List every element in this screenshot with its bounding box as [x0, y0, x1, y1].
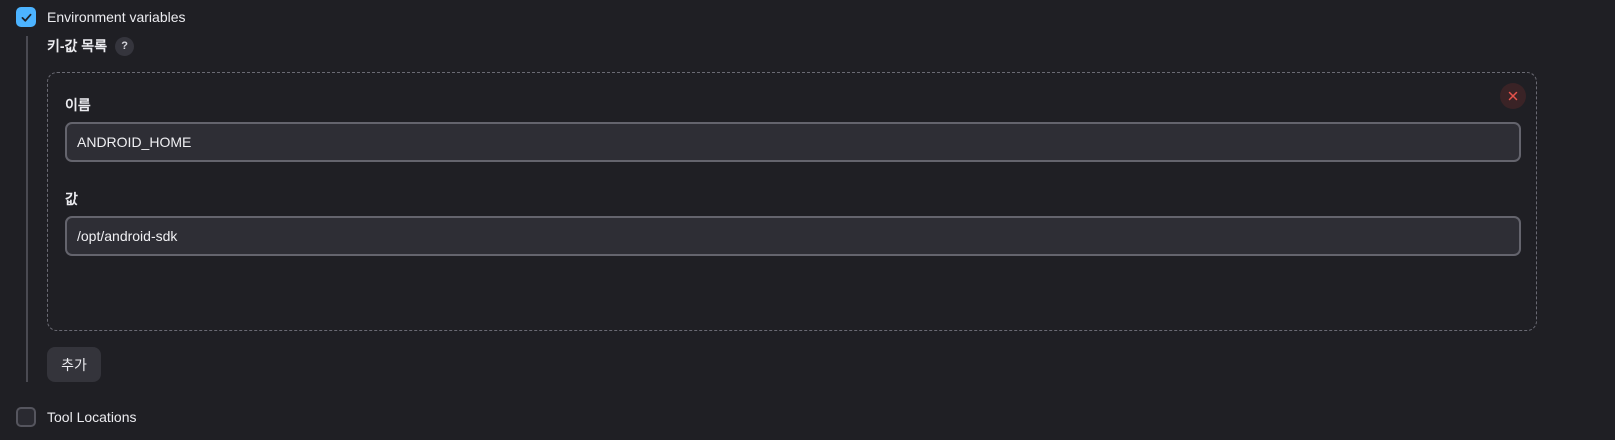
- env-variables-label[interactable]: Environment variables: [47, 9, 186, 25]
- close-icon: [1508, 91, 1518, 101]
- kv-list-title: 키-값 목록: [47, 38, 108, 54]
- remove-entry-button[interactable]: [1500, 83, 1526, 109]
- name-field-label: 이름: [65, 97, 91, 113]
- env-variables-row[interactable]: Environment variables: [16, 5, 186, 29]
- env-variables-checkbox[interactable]: [16, 7, 36, 27]
- name-input[interactable]: [65, 122, 1521, 162]
- nested-section-divider: [26, 36, 28, 382]
- help-icon[interactable]: ?: [115, 36, 135, 56]
- add-entry-button[interactable]: 추가: [47, 347, 101, 382]
- value-input[interactable]: [65, 216, 1521, 256]
- checkmark-icon: [21, 13, 31, 22]
- tool-locations-label[interactable]: Tool Locations: [47, 409, 137, 425]
- kv-list-header: 키-값 목록 ?: [47, 36, 135, 56]
- tool-locations-row[interactable]: Tool Locations: [16, 405, 137, 429]
- config-section: Environment variables 키-값 목록 ? 이름 값 추가 T…: [0, 0, 1615, 440]
- value-field-label: 값: [65, 191, 78, 207]
- tool-locations-checkbox[interactable]: [16, 407, 36, 427]
- kv-entry-card: 이름 값: [47, 72, 1537, 331]
